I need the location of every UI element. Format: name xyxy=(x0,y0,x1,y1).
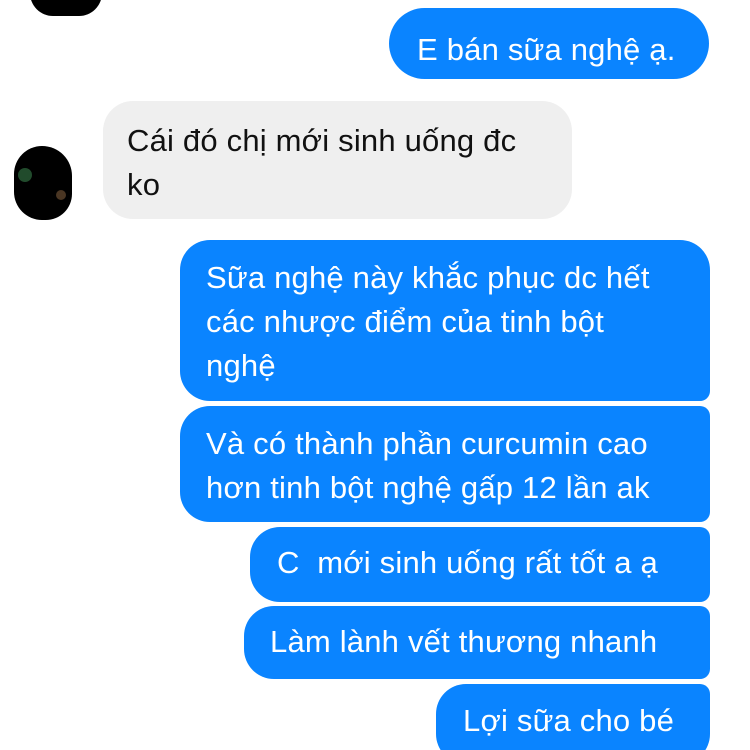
avatar-detail xyxy=(18,168,32,182)
message-text: nghệ xyxy=(206,348,276,383)
message-bubble-outgoing[interactable]: Lợi sữa cho bé xyxy=(436,684,710,750)
message-text: Lợi sữa cho bé xyxy=(463,703,675,738)
message-bubble-outgoing[interactable]: Sữa nghệ này khắc phục dc hết các nhược … xyxy=(180,240,710,401)
message-text: ko xyxy=(127,167,161,202)
message-text: Làm lành vết thương nhanh xyxy=(270,624,658,659)
contact-avatar[interactable] xyxy=(14,146,72,220)
message-text: hơn tinh bột nghệ gấp 12 lần ak xyxy=(206,470,650,505)
chat-thread: E bán sữa nghệ ạ. Cái đó chị mới sinh uố… xyxy=(0,0,750,750)
message-bubble-outgoing[interactable]: Và có thành phần curcumin cao hơn tinh b… xyxy=(180,406,710,522)
message-bubble-outgoing[interactable]: Làm lành vết thương nhanh xyxy=(244,606,710,679)
message-bubble-outgoing[interactable]: E bán sữa nghệ ạ. xyxy=(389,8,709,79)
redacted-avatar-top xyxy=(30,0,102,16)
message-text: E bán sữa nghệ ạ. xyxy=(417,32,676,67)
message-text: Và có thành phần curcumin cao xyxy=(206,426,648,461)
message-text: Sữa nghệ này khắc phục dc hết xyxy=(206,260,650,295)
message-text: Cái đó chị mới sinh uống đc xyxy=(127,123,517,158)
message-text: các nhược điểm của tinh bột xyxy=(206,304,605,339)
avatar-detail xyxy=(56,190,66,200)
message-bubble-outgoing[interactable]: C mới sinh uống rất tốt a ạ xyxy=(250,527,710,602)
message-text: C mới sinh uống rất tốt a ạ xyxy=(277,545,658,580)
message-bubble-incoming[interactable]: Cái đó chị mới sinh uống đc ko xyxy=(103,101,572,219)
